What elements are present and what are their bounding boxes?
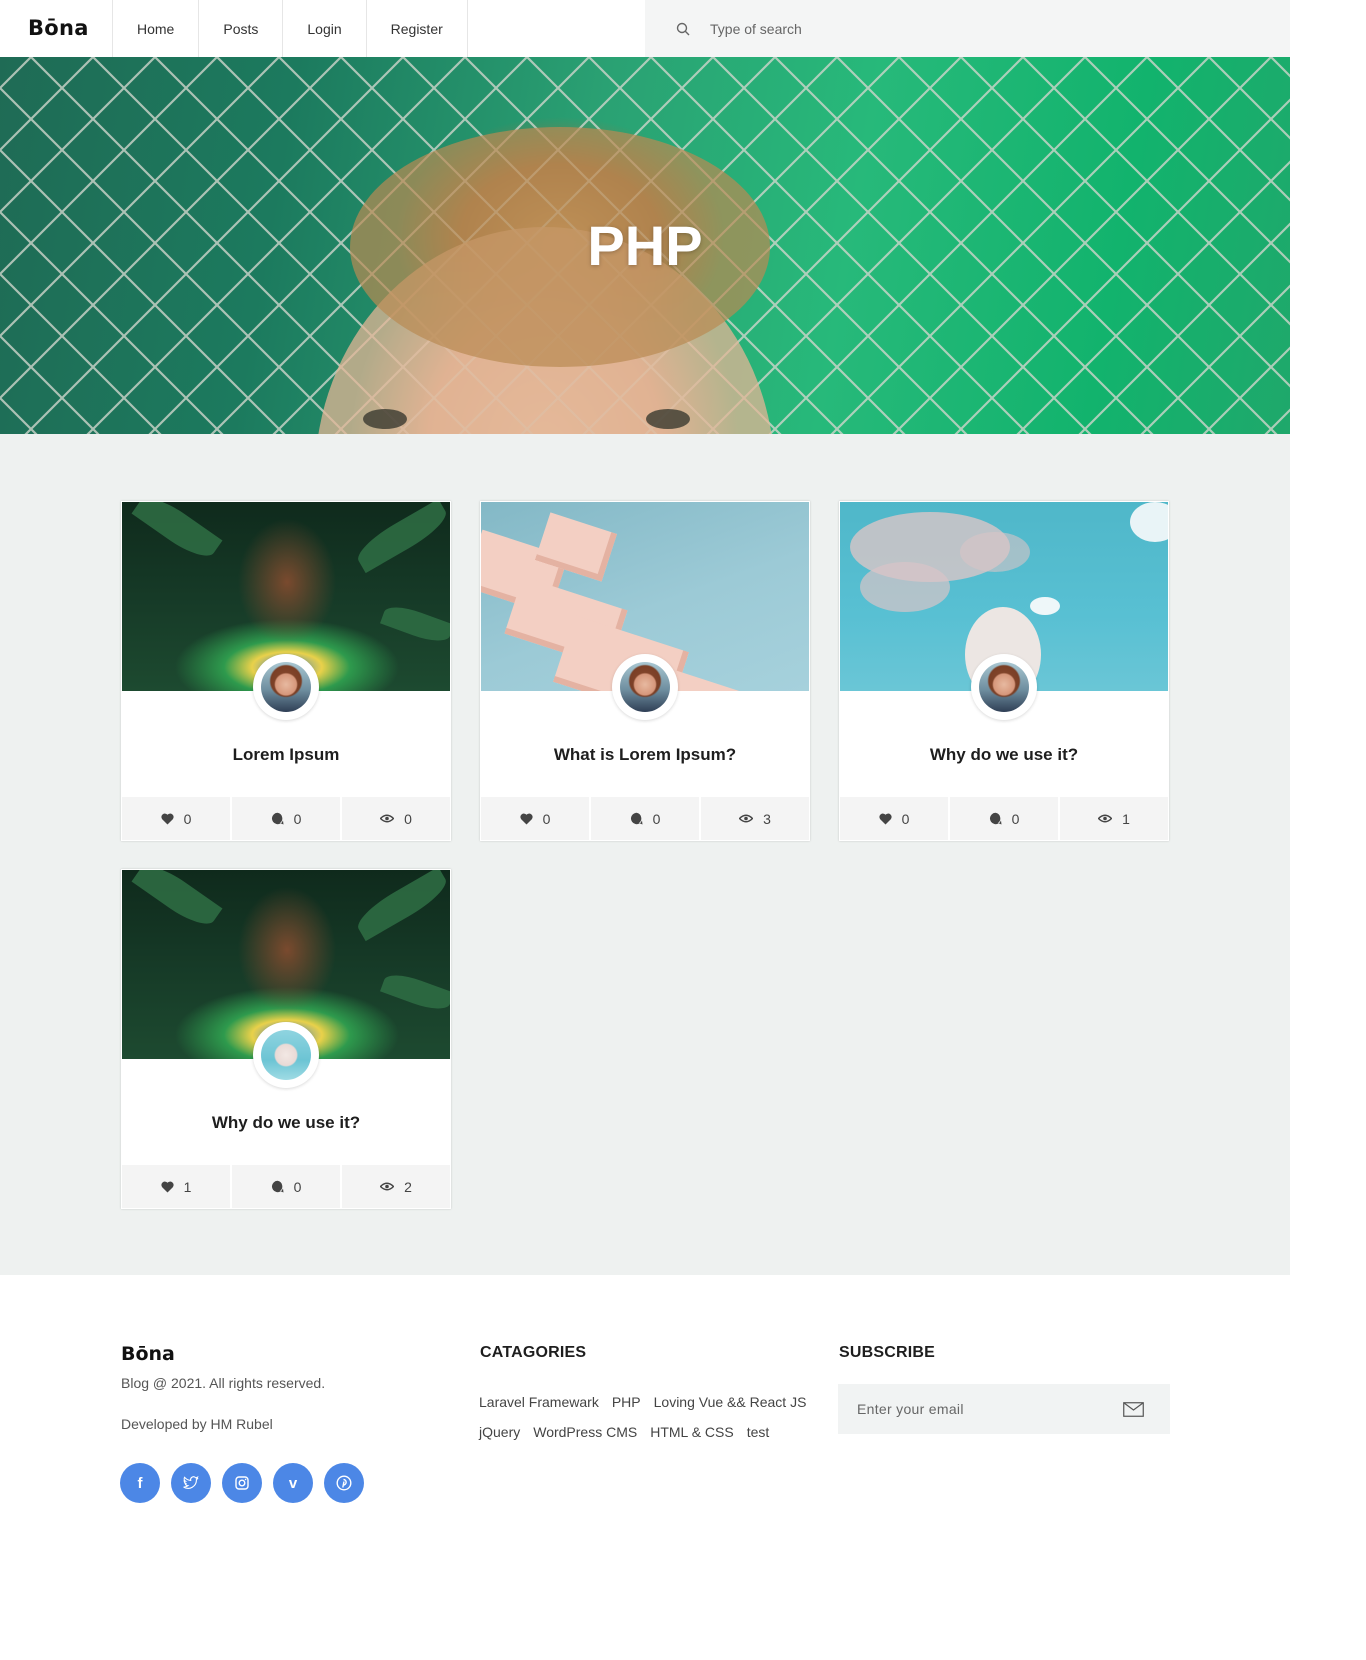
heart-icon [520, 813, 533, 824]
facebook-icon[interactable]: f [120, 1463, 160, 1503]
author-avatar[interactable] [971, 654, 1037, 720]
comment-icon [271, 812, 284, 825]
comments-count: 0 [293, 1178, 302, 1195]
nav-posts[interactable]: Posts [198, 0, 282, 57]
author-avatar[interactable] [253, 1022, 319, 1088]
pinterest-icon[interactable] [324, 1463, 364, 1503]
likes-count: 1 [183, 1178, 192, 1195]
author-avatar[interactable] [253, 654, 319, 720]
views-count: 1 [1122, 810, 1130, 827]
likes-stat[interactable]: 0 [840, 797, 950, 840]
category-link[interactable]: jQuery [479, 1423, 520, 1441]
post-title[interactable]: Why do we use it? [839, 745, 1169, 765]
footer-logo[interactable]: Bōna [121, 1343, 175, 1365]
comment-icon [271, 1180, 284, 1193]
social-links: f v [120, 1463, 364, 1503]
author-avatar[interactable] [612, 654, 678, 720]
post-stats: 0 0 0 [122, 797, 450, 840]
search-bar [645, 0, 1290, 57]
eye-icon [380, 814, 395, 823]
nav-register[interactable]: Register [365, 0, 468, 57]
categories-heading: CATAGORIES [480, 1344, 587, 1361]
post-title[interactable]: Lorem Ipsum [121, 745, 451, 765]
twitter-icon[interactable] [171, 1463, 211, 1503]
views-stat: 0 [342, 797, 450, 840]
views-count: 0 [404, 810, 412, 827]
eye-icon [380, 1182, 395, 1191]
likes-count: 0 [901, 810, 910, 827]
search-input[interactable] [710, 20, 1110, 37]
page-title: PHP [587, 214, 703, 277]
comments-count: 0 [293, 810, 302, 827]
post-card[interactable]: Lorem Ipsum 0 0 0 [121, 501, 451, 841]
comment-icon [989, 812, 1002, 825]
comments-stat[interactable]: 0 [591, 797, 701, 840]
subscribe-email-input[interactable] [857, 1401, 1107, 1417]
post-grid: Lorem Ipsum 0 0 0 What is Lorem Ipsum? 0… [0, 434, 1290, 1275]
views-stat: 1 [1060, 797, 1168, 840]
likes-count: 0 [183, 810, 192, 827]
header: Bōna Home Posts Login Register [0, 0, 1290, 57]
hero-banner: PHP [0, 57, 1290, 434]
nav-home[interactable]: Home [112, 0, 198, 57]
eye-icon [1098, 814, 1113, 823]
likes-stat[interactable]: 0 [122, 797, 232, 840]
instagram-icon[interactable] [222, 1463, 262, 1503]
post-title[interactable]: What is Lorem Ipsum? [480, 745, 810, 765]
post-stats: 1 0 2 [122, 1165, 450, 1208]
footer: Bōna Blog @ 2021. All rights reserved. D… [0, 1275, 1290, 1660]
likes-count: 0 [542, 810, 551, 827]
likes-stat[interactable]: 1 [122, 1165, 232, 1208]
likes-stat[interactable]: 0 [481, 797, 591, 840]
comments-stat[interactable]: 0 [232, 797, 342, 840]
views-count: 3 [763, 810, 771, 827]
category-link[interactable]: PHP [612, 1393, 641, 1411]
views-stat: 2 [342, 1165, 450, 1208]
post-stats: 0 0 1 [840, 797, 1168, 840]
comments-count: 0 [652, 810, 661, 827]
copyright-text: Blog @ 2021. All rights reserved. [121, 1375, 326, 1391]
category-link[interactable]: WordPress CMS [533, 1423, 637, 1441]
comment-icon [630, 812, 643, 825]
vimeo-icon[interactable]: v [273, 1463, 313, 1503]
heart-icon [879, 813, 892, 824]
send-mail-icon[interactable] [1123, 1401, 1144, 1417]
category-link[interactable]: HTML & CSS [650, 1423, 734, 1441]
search-icon [676, 22, 690, 35]
views-stat: 3 [701, 797, 809, 840]
category-link[interactable]: Loving Vue && React JS [654, 1393, 807, 1411]
comments-count: 0 [1011, 810, 1020, 827]
heart-icon [161, 813, 174, 824]
post-title[interactable]: Why do we use it? [121, 1113, 451, 1133]
subscribe-heading: SUBSCRIBE [839, 1344, 936, 1361]
nav-login[interactable]: Login [282, 0, 365, 57]
post-card[interactable]: Why do we use it? 0 0 1 [839, 501, 1169, 841]
site-logo[interactable]: Bōna [28, 16, 89, 40]
main-nav: Home Posts Login Register [112, 0, 468, 57]
categories-list: Laravel Framewark PHP Loving Vue && Reac… [479, 1393, 819, 1441]
category-link[interactable]: test [747, 1423, 770, 1441]
post-card[interactable]: What is Lorem Ipsum? 0 0 3 [480, 501, 810, 841]
post-card[interactable]: Why do we use it? 1 0 2 [121, 869, 451, 1209]
comments-stat[interactable]: 0 [950, 797, 1060, 840]
subscribe-form [838, 1384, 1170, 1434]
post-stats: 0 0 3 [481, 797, 809, 840]
developer-credit: Developed by HM Rubel [121, 1416, 273, 1432]
heart-icon [161, 1181, 174, 1192]
comments-stat[interactable]: 0 [232, 1165, 342, 1208]
views-count: 2 [404, 1178, 412, 1195]
eye-icon [739, 814, 754, 823]
category-link[interactable]: Laravel Framewark [479, 1393, 599, 1411]
